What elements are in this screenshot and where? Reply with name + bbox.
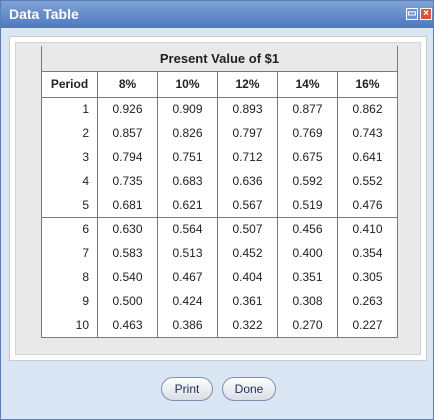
value-cell: 0.404 (217, 265, 278, 289)
period-cell: 2 (41, 121, 98, 145)
column-header: 14% (277, 70, 338, 98)
value-cell: 0.564 (157, 217, 218, 241)
table-row: 4 0.735 0.683 0.636 0.592 0.552 (41, 169, 398, 193)
value-cell: 0.308 (277, 289, 338, 313)
value-cell: 0.467 (157, 265, 218, 289)
period-cell: 6 (41, 217, 98, 241)
table-row: 5 0.681 0.621 0.567 0.519 0.476 (41, 193, 398, 218)
table-panel: Present Value of $1 Period 8% 10% 12% 14% 16%… (9, 36, 427, 361)
period-cell: 8 (41, 265, 98, 289)
value-cell: 0.630 (97, 217, 158, 241)
value-cell: 0.456 (277, 217, 338, 241)
value-cell: 0.583 (97, 241, 158, 265)
value-cell: 0.500 (97, 289, 158, 313)
value-cell: 0.862 (337, 97, 398, 121)
value-cell: 0.386 (157, 313, 218, 338)
close-icon[interactable]: × (420, 8, 432, 20)
value-cell: 0.400 (277, 241, 338, 265)
window-title: Data Table (9, 6, 79, 22)
print-button[interactable]: Print (161, 377, 213, 401)
period-cell: 9 (41, 289, 98, 313)
data-table-window: Data Table ▭ × Present Value of $1 Perio… (0, 0, 434, 420)
value-cell: 0.641 (337, 145, 398, 169)
value-cell: 0.909 (157, 97, 218, 121)
value-cell: 0.857 (97, 121, 158, 145)
present-value-table: Present Value of $1 Period 8% 10% 12% 14% 16%… (41, 46, 398, 338)
value-cell: 0.305 (337, 265, 398, 289)
value-cell: 0.507 (217, 217, 278, 241)
value-cell: 0.751 (157, 145, 218, 169)
value-cell: 0.926 (97, 97, 158, 121)
column-header: 8% (97, 70, 158, 98)
value-cell: 0.621 (157, 193, 218, 218)
period-cell: 5 (41, 193, 98, 218)
value-cell: 0.476 (337, 193, 398, 218)
value-cell: 0.540 (97, 265, 158, 289)
column-header: 12% (217, 70, 278, 98)
value-cell: 0.592 (277, 169, 338, 193)
value-cell: 0.424 (157, 289, 218, 313)
value-cell: 0.410 (337, 217, 398, 241)
header-row: Period 8% 10% 12% 14% 16% (41, 70, 398, 98)
value-cell: 0.552 (337, 169, 398, 193)
title-bar[interactable]: Data Table ▭ × (1, 1, 433, 28)
value-cell: 0.769 (277, 121, 338, 145)
column-header: 16% (337, 70, 398, 98)
table-row: 1 0.926 0.909 0.893 0.877 0.862 (41, 97, 398, 121)
value-cell: 0.675 (277, 145, 338, 169)
table-row: 10 0.463 0.386 0.322 0.270 0.227 (41, 313, 398, 338)
value-cell: 0.794 (97, 145, 158, 169)
value-cell: 0.227 (337, 313, 398, 338)
value-cell: 0.452 (217, 241, 278, 265)
value-cell: 0.463 (97, 313, 158, 338)
table-row: 3 0.794 0.751 0.712 0.675 0.641 (41, 145, 398, 169)
value-cell: 0.877 (277, 97, 338, 121)
period-cell: 1 (41, 97, 98, 121)
value-cell: 0.519 (277, 193, 338, 218)
table-body: 1 0.926 0.909 0.893 0.877 0.862 2 0.857 0.826 0.7… (41, 97, 398, 338)
restore-icon[interactable]: ▭ (406, 8, 418, 20)
table-area: Present Value of $1 Period 8% 10% 12% 14% 16%… (15, 42, 421, 355)
table-row: 6 0.630 0.564 0.507 0.456 0.410 (41, 217, 398, 241)
period-cell: 10 (41, 313, 98, 338)
table-row: 7 0.583 0.513 0.452 0.400 0.354 (41, 241, 398, 265)
value-cell: 0.354 (337, 241, 398, 265)
value-cell: 0.712 (217, 145, 278, 169)
value-cell: 0.797 (217, 121, 278, 145)
period-cell: 4 (41, 169, 98, 193)
value-cell: 0.743 (337, 121, 398, 145)
value-cell: 0.567 (217, 193, 278, 218)
period-cell: 7 (41, 241, 98, 265)
period-cell: 3 (41, 145, 98, 169)
value-cell: 0.893 (217, 97, 278, 121)
done-button[interactable]: Done (222, 377, 276, 401)
column-header: 10% (157, 70, 218, 98)
value-cell: 0.361 (217, 289, 278, 313)
value-cell: 0.636 (217, 169, 278, 193)
value-cell: 0.683 (157, 169, 218, 193)
value-cell: 0.263 (337, 289, 398, 313)
value-cell: 0.513 (157, 241, 218, 265)
value-cell: 0.681 (97, 193, 158, 218)
value-cell: 0.322 (217, 313, 278, 338)
column-header: Period (41, 70, 98, 98)
button-bar: Print Done (1, 375, 433, 405)
table-row: 9 0.500 0.424 0.361 0.308 0.263 (41, 289, 398, 313)
value-cell: 0.735 (97, 169, 158, 193)
value-cell: 0.270 (277, 313, 338, 338)
table-row: 2 0.857 0.826 0.797 0.769 0.743 (41, 121, 398, 145)
table-caption: Present Value of $1 (41, 46, 398, 71)
value-cell: 0.351 (277, 265, 338, 289)
value-cell: 0.826 (157, 121, 218, 145)
table-row: 8 0.540 0.467 0.404 0.351 0.305 (41, 265, 398, 289)
